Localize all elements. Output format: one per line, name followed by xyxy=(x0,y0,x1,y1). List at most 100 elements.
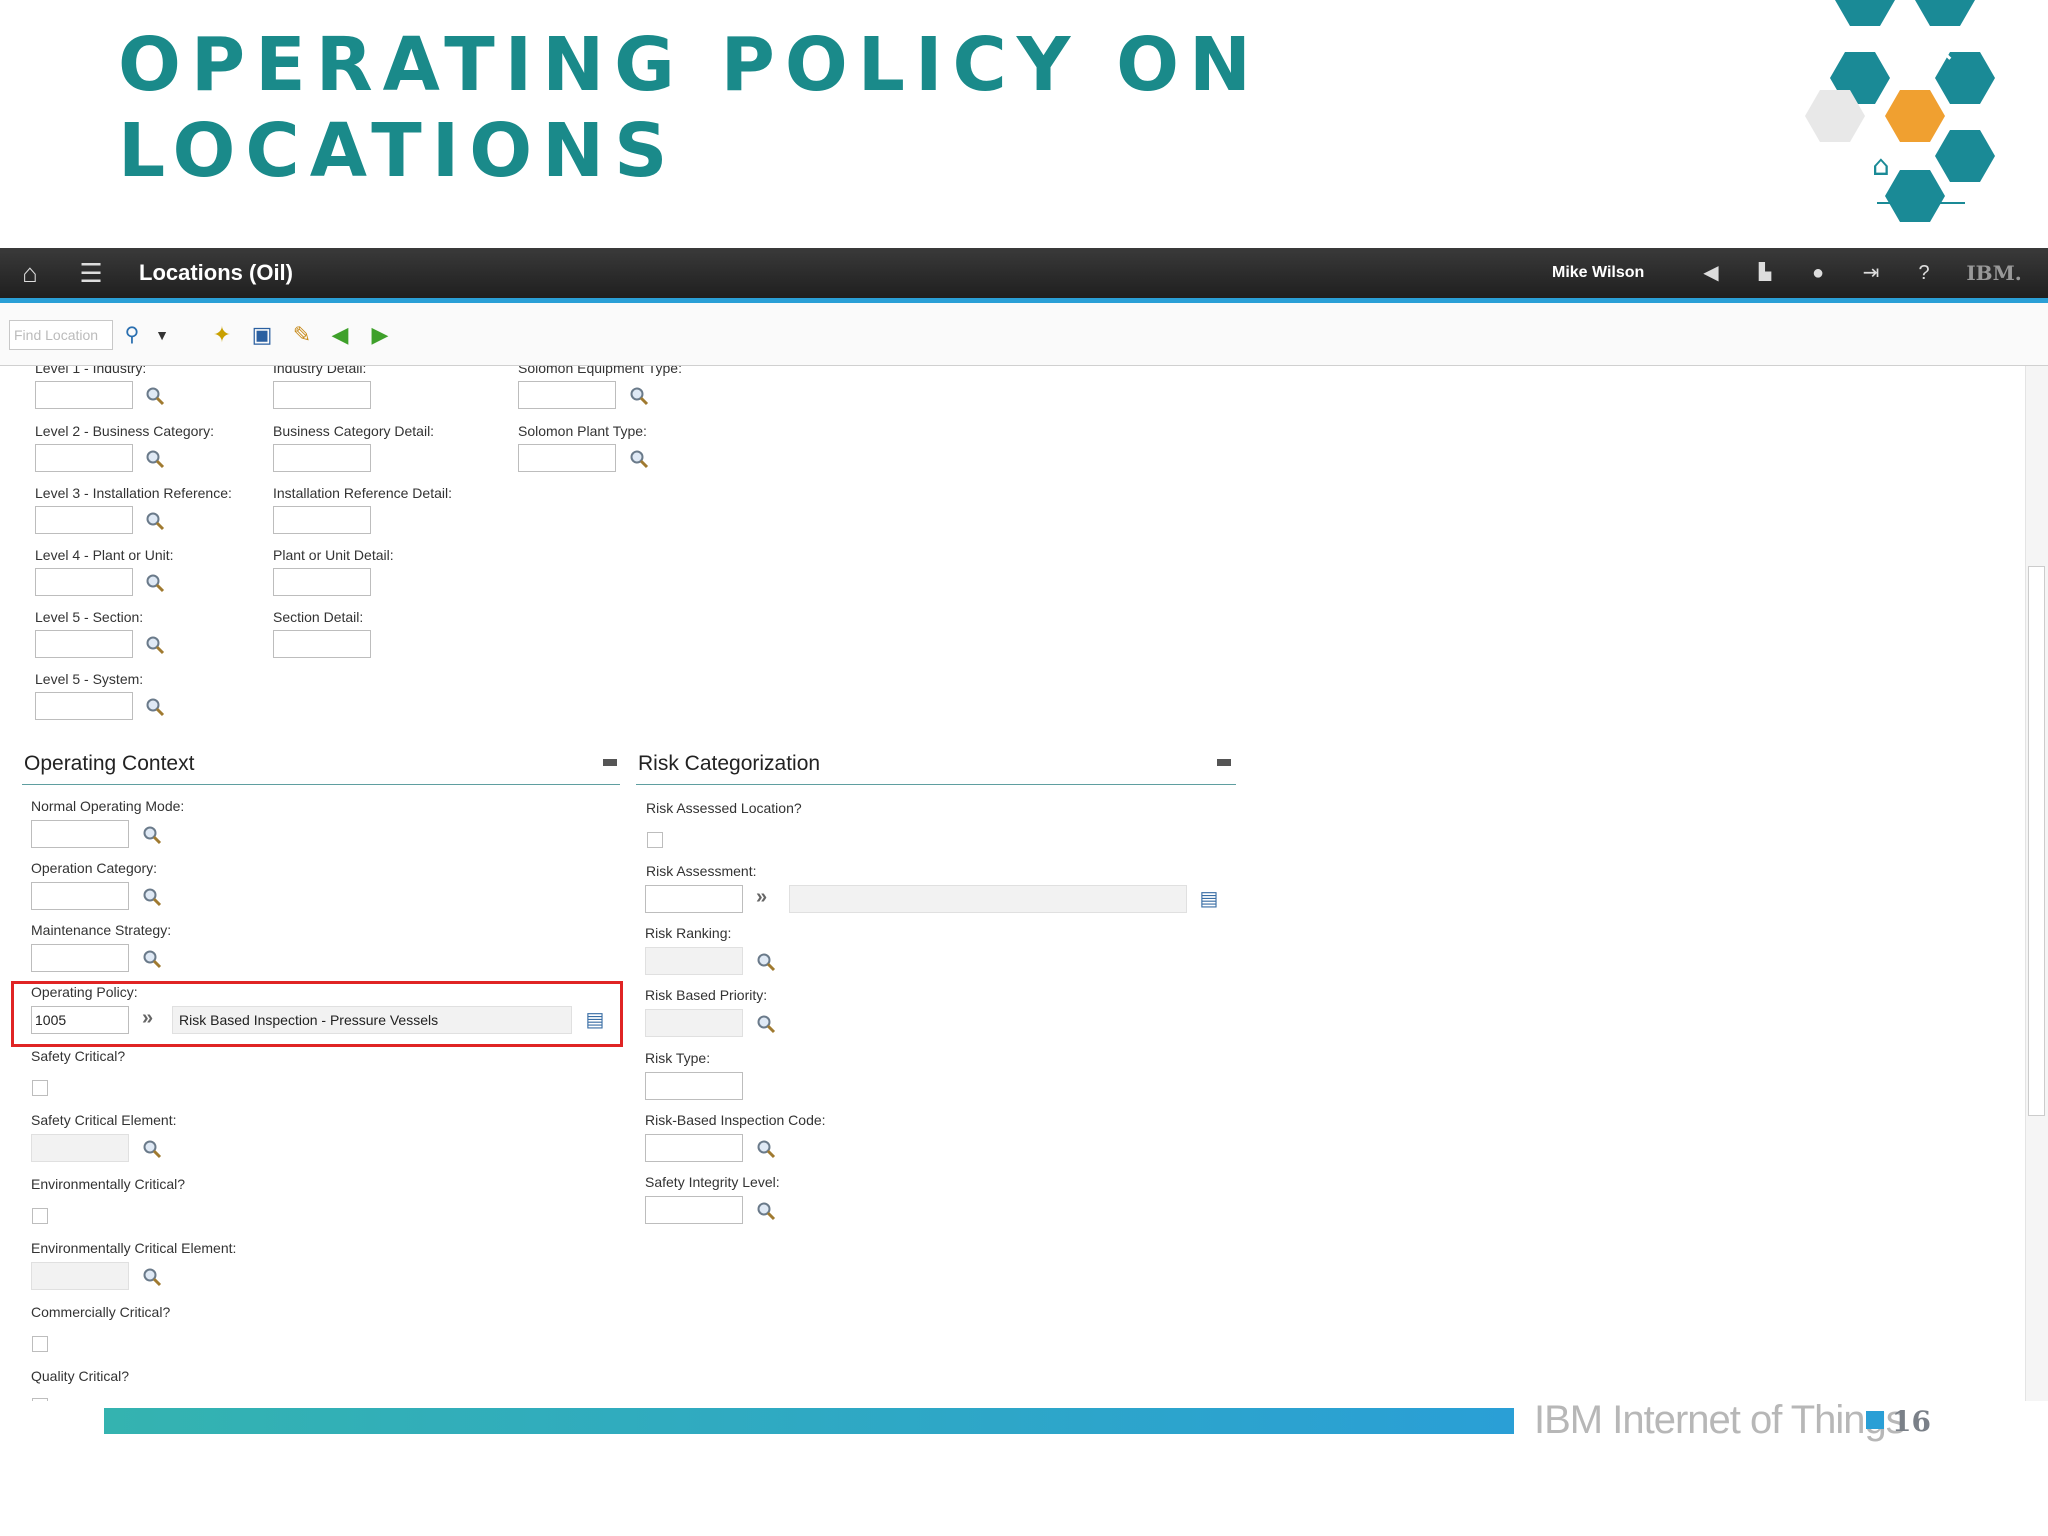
vertical-scrollbar[interactable] xyxy=(2025,366,2048,1401)
commercially-critical-checkbox[interactable] xyxy=(32,1336,48,1352)
search-icon[interactable] xyxy=(142,825,162,845)
level1-input[interactable] xyxy=(35,381,133,409)
reports-icon[interactable]: ▙ xyxy=(1752,260,1778,286)
level5-system-input[interactable] xyxy=(35,692,133,720)
toolbar: Find Location ⚲ ▼ ✦ ▣ ✎ ◀ ▶ xyxy=(0,303,2048,366)
solomon-plant-type-input[interactable] xyxy=(518,444,616,472)
profile-icon[interactable]: ● xyxy=(1805,260,1831,286)
installation-reference-detail-input[interactable] xyxy=(273,506,371,534)
hexagon-decoration: ⌂ ✕ xyxy=(1805,0,1995,222)
chevron-down-icon[interactable]: ▼ xyxy=(148,321,176,349)
solomon-equipment-type-input[interactable] xyxy=(518,381,616,409)
find-location-input[interactable]: Find Location xyxy=(9,320,113,350)
level1-label: Level 1 - Industry: xyxy=(35,366,147,376)
risk-assessment-label: Risk Assessment: xyxy=(646,863,757,879)
home-icon[interactable]: ⌂ xyxy=(17,260,43,286)
detail-menu-icon[interactable]: » xyxy=(756,886,767,909)
search-icon[interactable]: ⚲ xyxy=(118,321,146,349)
new-record-icon[interactable]: ✦ xyxy=(208,321,236,349)
search-icon[interactable] xyxy=(145,386,165,406)
operation-category-label: Operation Category: xyxy=(31,860,158,876)
maintenance-strategy-input[interactable] xyxy=(31,944,129,972)
environmentally-critical-label: Environmentally Critical? xyxy=(31,1176,186,1192)
save-icon[interactable]: ▣ xyxy=(248,321,276,349)
search-icon[interactable] xyxy=(145,573,165,593)
search-icon[interactable] xyxy=(142,949,162,969)
search-icon[interactable] xyxy=(142,1139,162,1159)
slide-title-line2: Locations xyxy=(118,108,678,194)
level5-section-label: Level 5 - Section: xyxy=(35,609,144,625)
safety-critical-label: Safety Critical? xyxy=(31,1048,126,1064)
app-header: ⌂ ☰ Locations (Oil) Mike Wilson ◀ ▙ ● ⇥ … xyxy=(0,248,2048,303)
svg-text:✕: ✕ xyxy=(1930,35,1955,70)
normal-operating-mode-input[interactable] xyxy=(31,820,129,848)
slide-title: Operating Policy on Locations xyxy=(118,22,1618,194)
quality-critical-label: Quality Critical? xyxy=(31,1368,130,1384)
search-icon[interactable] xyxy=(145,635,165,655)
industry-detail-label: Industry Detail: xyxy=(273,366,367,376)
search-icon[interactable] xyxy=(629,449,649,469)
rbi-code-input[interactable] xyxy=(645,1134,743,1162)
level2-input[interactable] xyxy=(35,444,133,472)
environmentally-critical-element-input[interactable] xyxy=(31,1262,129,1290)
footer-brand-text: IBM Internet of Things xyxy=(1534,1398,1906,1442)
location-form: Level 1 - Industry: Level 2 - Business C… xyxy=(0,366,2048,1401)
risk-ranking-input[interactable] xyxy=(645,947,743,975)
section-detail-input[interactable] xyxy=(273,630,371,658)
long-description-icon[interactable]: ▤ xyxy=(1197,887,1221,911)
collapse-operating-context-icon[interactable] xyxy=(603,759,617,766)
safety-integrity-level-label: Safety Integrity Level: xyxy=(645,1174,780,1190)
collapse-risk-categorization-icon[interactable] xyxy=(1217,759,1231,766)
signout-icon[interactable]: ⇥ xyxy=(1858,260,1884,286)
previous-record-icon[interactable]: ◀ xyxy=(326,321,354,349)
risk-ranking-label: Risk Ranking: xyxy=(645,925,732,941)
safety-critical-element-input[interactable] xyxy=(31,1134,129,1162)
plant-unit-detail-input[interactable] xyxy=(273,568,371,596)
slide-title-line1: Operating Policy on xyxy=(118,22,1261,108)
help-icon[interactable]: ? xyxy=(1911,260,1937,286)
menu-icon[interactable]: ☰ xyxy=(78,260,104,286)
level4-input[interactable] xyxy=(35,568,133,596)
search-icon[interactable] xyxy=(142,1267,162,1287)
solomon-plant-type-label: Solomon Plant Type: xyxy=(518,423,647,439)
industry-detail-input[interactable] xyxy=(273,381,371,409)
level3-input[interactable] xyxy=(35,506,133,534)
user-name: Mike Wilson xyxy=(1552,264,1645,281)
megaphone-icon[interactable]: ◀ xyxy=(1698,260,1724,286)
search-icon[interactable] xyxy=(756,1139,776,1159)
search-icon[interactable] xyxy=(756,1014,776,1034)
search-icon[interactable] xyxy=(145,511,165,531)
operation-category-input[interactable] xyxy=(31,882,129,910)
safety-critical-checkbox[interactable] xyxy=(32,1080,48,1096)
page-marker xyxy=(1866,1411,1884,1429)
risk-type-label: Risk Type: xyxy=(645,1050,711,1066)
edit-icon[interactable]: ✎ xyxy=(288,321,316,349)
search-icon[interactable] xyxy=(142,887,162,907)
rbi-code-label: Risk-Based Inspection Code: xyxy=(645,1112,826,1128)
level5-system-label: Level 5 - System: xyxy=(35,671,144,687)
environmentally-critical-checkbox[interactable] xyxy=(32,1208,48,1224)
risk-categorization-divider xyxy=(636,784,1236,785)
search-icon[interactable] xyxy=(756,1201,776,1221)
safety-critical-element-label: Safety Critical Element: xyxy=(31,1112,177,1128)
search-icon[interactable] xyxy=(629,386,649,406)
risk-based-priority-input[interactable] xyxy=(645,1009,743,1037)
risk-assessment-input[interactable] xyxy=(645,885,743,913)
page-number: 16 xyxy=(1892,1405,1931,1438)
quality-critical-checkbox[interactable] xyxy=(32,1398,48,1401)
plant-unit-detail-label: Plant or Unit Detail: xyxy=(273,547,394,563)
search-icon[interactable] xyxy=(145,449,165,469)
level5-section-input[interactable] xyxy=(35,630,133,658)
search-icon[interactable] xyxy=(756,952,776,972)
business-category-detail-label: Business Category Detail: xyxy=(273,423,435,439)
risk-assessed-location-checkbox[interactable] xyxy=(647,832,663,848)
next-record-icon[interactable]: ▶ xyxy=(366,321,394,349)
search-icon[interactable] xyxy=(145,697,165,717)
risk-type-input[interactable] xyxy=(645,1072,743,1100)
app-title: Locations (Oil) xyxy=(139,260,293,285)
ibm-logo: IBM. xyxy=(1966,261,2022,285)
safety-integrity-level-input[interactable] xyxy=(645,1196,743,1224)
business-category-detail-input[interactable] xyxy=(273,444,371,472)
scrollbar-thumb[interactable] xyxy=(2028,566,2045,1116)
level4-label: Level 4 - Plant or Unit: xyxy=(35,547,174,563)
